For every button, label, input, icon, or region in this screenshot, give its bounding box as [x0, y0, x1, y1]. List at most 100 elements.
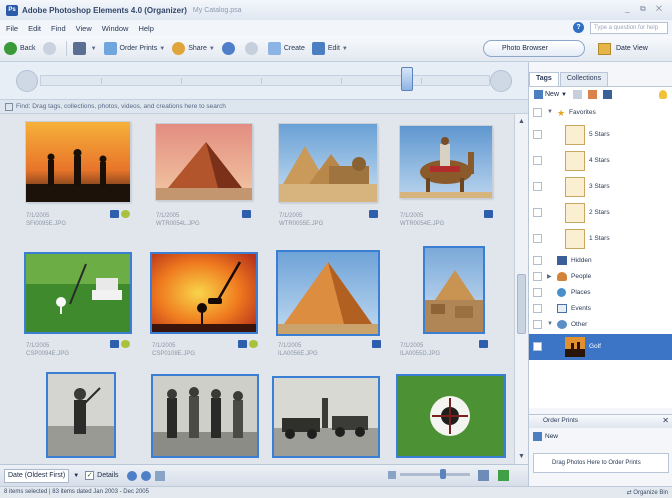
photo-thumbnail-sphinx[interactable]	[279, 124, 377, 202]
edit-button[interactable]: Edit ▼	[311, 42, 348, 55]
rotate-right-button[interactable]	[244, 42, 261, 55]
drop-hint: Drag Photos Here to Order Prints	[552, 460, 641, 466]
window-controls[interactable]: _ ⧉ ✕	[625, 4, 666, 14]
forward-button[interactable]	[42, 42, 59, 55]
new-tag-caret-icon[interactable]: ▼	[561, 92, 567, 98]
thumbnail-size-slider[interactable]	[400, 469, 470, 479]
find-bar[interactable]: Find: Drag tags, collections, photos, vi…	[0, 100, 528, 114]
menu-find[interactable]: Find	[51, 24, 66, 33]
photo-thumbnail-golf-ball-tee[interactable]	[26, 254, 130, 332]
photo-thumbnail-vintage-group[interactable]	[153, 376, 257, 456]
grid-scrollbar[interactable]: ▲ ▼	[514, 114, 528, 464]
tab-tags[interactable]: Tags	[529, 72, 559, 86]
tag-checkbox[interactable]	[533, 272, 542, 281]
photo-thumbnail-vintage-cars[interactable]	[274, 378, 378, 456]
thumbnail-size-knob[interactable]	[440, 469, 446, 479]
tag-checkbox[interactable]	[533, 156, 542, 165]
photo-thumbnail-pyramid-village[interactable]	[425, 248, 483, 332]
star-tag-icon	[565, 125, 585, 145]
photo-thumbnail-pyramid[interactable]	[156, 124, 252, 200]
scroll-thumb[interactable]	[517, 274, 526, 334]
tag-checkbox[interactable]	[533, 288, 542, 297]
tag-checkbox[interactable]	[533, 182, 542, 191]
tag-checkbox[interactable]	[533, 208, 542, 217]
rotate-left-button[interactable]	[221, 42, 238, 55]
sort-caret-icon[interactable]: ▼	[73, 473, 79, 479]
find-tag-icon[interactable]	[602, 90, 612, 99]
sort-order-dropdown[interactable]: Date (Oldest First)	[4, 468, 70, 483]
photo-thumbnail-vintage-golfer[interactable]	[48, 374, 114, 456]
tag-row-2-stars[interactable]: 2 Stars	[529, 202, 672, 224]
rotate-right-small-icon[interactable]	[140, 470, 151, 481]
close-icon[interactable]: ✕	[662, 416, 669, 425]
tag-row-5-stars[interactable]: 5 Stars	[529, 124, 672, 146]
tag-row-3-stars[interactable]: 3 Stars	[529, 176, 672, 198]
tips-icon[interactable]	[659, 90, 667, 99]
expand-icon[interactable]: ▼	[547, 321, 553, 327]
menu-view[interactable]: View	[76, 24, 92, 33]
photo-browser-button[interactable]: Photo Browser	[483, 40, 585, 57]
expand-icon[interactable]: ▼	[547, 109, 553, 115]
menu-edit[interactable]: Edit	[28, 24, 41, 33]
tag-properties-icon[interactable]	[572, 90, 582, 99]
help-icon[interactable]: ?	[573, 22, 584, 33]
edit-label: Edit	[327, 45, 340, 52]
photo-thumbnail-golf-silhouette[interactable]	[152, 254, 256, 332]
create-button[interactable]: Create	[267, 42, 305, 55]
tag-checkbox[interactable]	[533, 234, 542, 243]
menu-window[interactable]: Window	[102, 24, 129, 33]
small-thumbs-icon[interactable]	[388, 471, 396, 479]
large-thumbs-icon[interactable]	[478, 470, 489, 481]
tag-checkbox[interactable]	[533, 130, 542, 139]
view-mode-button[interactable]: ▼	[72, 42, 97, 55]
scroll-up-icon[interactable]: ▲	[517, 117, 526, 126]
photo-thumbnail-golf-hole[interactable]	[398, 376, 504, 456]
tag-checkbox[interactable]	[533, 256, 542, 265]
back-button[interactable]: Back	[4, 42, 36, 55]
new-tag-icon[interactable]	[534, 90, 543, 99]
expand-icon[interactable]: ▶	[547, 273, 552, 280]
scroll-down-icon[interactable]: ▼	[517, 452, 526, 461]
tag-row-people[interactable]: ▶ People	[529, 270, 672, 284]
details-checkbox[interactable]: ✓	[85, 471, 95, 480]
order-prints-button[interactable]: Order Prints ▼	[103, 42, 165, 55]
new-order-label[interactable]: New	[545, 433, 558, 440]
organize-bin-toggle[interactable]: ⇄ Organize Bin	[627, 489, 668, 496]
tag-row-other[interactable]: ▼ Other	[529, 318, 672, 332]
tag-row-favorites[interactable]: ▼ ★ Favorites	[529, 106, 672, 120]
timeline-start-icon[interactable]	[16, 70, 38, 92]
timeline-end-icon[interactable]	[490, 70, 512, 92]
photo-thumbnail-golfers-sunset[interactable]	[26, 122, 130, 202]
slideshow-icon[interactable]	[154, 470, 165, 481]
timeline-handle[interactable]	[401, 67, 413, 91]
tag-row-places[interactable]: Places	[529, 286, 672, 300]
menu-file[interactable]: File	[6, 24, 18, 33]
photo-thumbnail-camel[interactable]	[400, 126, 492, 198]
tag-row-4-stars[interactable]: 4 Stars	[529, 150, 672, 172]
tag-row-events[interactable]: Events	[529, 302, 672, 316]
tag-checkbox[interactable]	[533, 342, 542, 351]
full-screen-icon[interactable]	[498, 470, 509, 481]
date-view-button[interactable]: Date View	[598, 40, 648, 57]
tag-row-golf[interactable]: Golf	[529, 334, 672, 360]
new-tag-label[interactable]: New	[545, 91, 559, 98]
tag-checkbox[interactable]	[533, 320, 542, 329]
timeline[interactable]	[0, 62, 528, 100]
tag-checkbox[interactable]	[533, 108, 542, 117]
rotate-left-small-icon[interactable]	[126, 470, 137, 481]
menu-help[interactable]: Help	[138, 24, 153, 33]
photo-thumbnail-pyramid-closeup[interactable]	[278, 252, 378, 334]
order-prints-header[interactable]: Order Prints ✕	[529, 415, 672, 428]
photo-badges	[477, 340, 488, 348]
timeline-track[interactable]	[40, 75, 490, 86]
edit-tag-icon[interactable]	[587, 90, 597, 99]
help-search-input[interactable]: Type a question for help	[590, 22, 668, 34]
tag-row-hidden[interactable]: Hidden	[529, 254, 672, 268]
tab-collections[interactable]: Collections	[559, 72, 609, 86]
order-prints-drop-zone[interactable]: Drag Photos Here to Order Prints	[533, 453, 669, 473]
share-button[interactable]: Share ▼	[172, 42, 215, 55]
tag-checkbox[interactable]	[533, 304, 542, 313]
date-view-label: Date View	[616, 45, 648, 52]
tag-row-1-stars[interactable]: 1 Stars	[529, 228, 672, 250]
new-order-icon[interactable]	[533, 432, 542, 441]
